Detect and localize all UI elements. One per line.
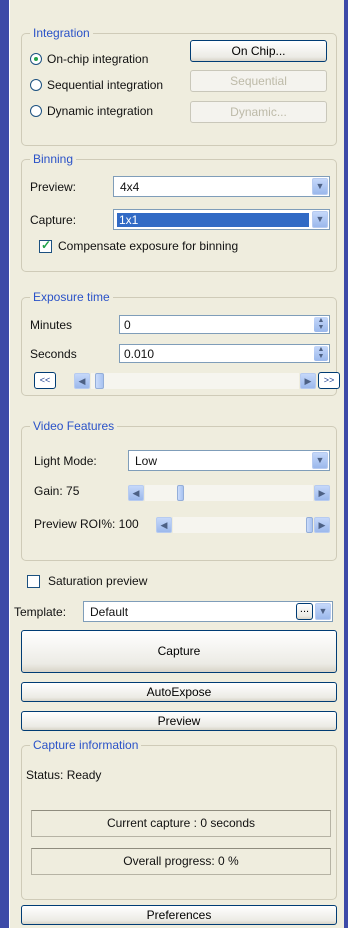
on-chip-label: On-chip integration — [47, 52, 149, 66]
integration-legend: Integration — [30, 26, 93, 40]
chevron-left-icon[interactable]: ◀ — [74, 373, 90, 389]
template-label: Template: — [14, 605, 67, 619]
exposure-increase-button[interactable]: >> — [318, 372, 340, 389]
gain-label: Gain: 75 — [34, 484, 80, 498]
exposure-slider-track[interactable] — [91, 373, 299, 389]
roi-slider-thumb[interactable] — [306, 517, 313, 533]
saturation-label: Saturation preview — [48, 574, 148, 588]
status-text: Status: Ready — [26, 768, 102, 782]
preview-binning-select[interactable]: 4x4 ▼ — [113, 176, 330, 197]
chevron-right-icon[interactable]: ▶ — [300, 373, 316, 389]
compensate-checkbox[interactable] — [39, 238, 52, 253]
seconds-value: 0.010 — [124, 347, 155, 361]
on-chip-button[interactable]: On Chip... — [190, 40, 327, 62]
radio-dynamic[interactable] — [30, 105, 42, 117]
binning-legend: Binning — [30, 152, 77, 166]
roi-label: Preview ROI%: 100 — [34, 517, 139, 531]
autoexpose-button[interactable]: AutoExpose — [21, 682, 337, 702]
capture-binning-select[interactable]: 1x1 ▼ — [113, 209, 330, 230]
minutes-stepper[interactable]: ▲ ▼ — [314, 317, 328, 332]
template-select[interactable]: Default ... ▼ — [83, 601, 333, 622]
sequential-button[interactable]: Sequential — [190, 70, 327, 92]
chevron-down-icon[interactable]: ▼ — [312, 211, 328, 228]
capture-button[interactable]: Capture — [21, 630, 337, 673]
capture-binning-label: Capture: — [30, 213, 77, 227]
template-browse-button[interactable]: ... — [296, 603, 313, 620]
chevron-down-icon[interactable]: ▼ — [312, 452, 328, 469]
overall-progress-box: Overall progress: 0 % — [31, 848, 331, 875]
light-mode-label: Light Mode: — [34, 454, 97, 468]
radio-on-chip[interactable] — [30, 53, 42, 65]
chevron-down-icon[interactable]: ▼ — [312, 178, 328, 195]
current-capture-box: Current capture : 0 seconds — [31, 810, 331, 837]
template-value: Default — [90, 605, 129, 619]
saturation-checkbox[interactable] — [27, 575, 40, 588]
preview-binning-label: Preview: — [30, 180, 77, 194]
compensate-label: Compensate exposure for binning — [58, 239, 239, 253]
seconds-stepper[interactable]: ▲ ▼ — [314, 346, 328, 361]
chevron-left-icon[interactable]: ◀ — [128, 485, 144, 501]
gain-slider-thumb[interactable] — [177, 485, 184, 501]
gain-slider-track[interactable] — [145, 485, 313, 501]
capture-binning-value: 1x1 — [117, 213, 309, 227]
preferences-button[interactable]: Preferences — [21, 905, 337, 925]
video-features-legend: Video Features — [30, 419, 118, 433]
preview-button[interactable]: Preview — [21, 711, 337, 731]
dynamic-label: Dynamic integration — [47, 104, 154, 118]
camera-control-panel: Integration On-chip integration Sequenti… — [9, 0, 344, 928]
radio-sequential[interactable] — [30, 79, 42, 91]
light-mode-select[interactable]: Low ▼ — [128, 450, 330, 471]
exposure-slider-thumb[interactable] — [95, 373, 104, 389]
chevron-right-icon[interactable]: ▶ — [314, 517, 330, 533]
capture-information-legend: Capture information — [30, 738, 142, 752]
chevron-left-icon[interactable]: ◀ — [156, 517, 172, 533]
dynamic-button[interactable]: Dynamic... — [190, 101, 327, 123]
chevron-down-icon[interactable]: ▼ — [315, 603, 331, 620]
preview-binning-value: 4x4 — [120, 180, 140, 194]
minutes-label: Minutes — [30, 318, 73, 332]
roi-slider-track[interactable] — [173, 517, 313, 533]
exposure-legend: Exposure time — [30, 290, 113, 304]
sequential-label: Sequential integration — [47, 78, 164, 92]
exposure-decrease-button[interactable]: << — [34, 372, 56, 389]
seconds-input[interactable]: 0.010 ▲ ▼ — [119, 344, 330, 363]
light-mode-value: Low — [135, 454, 158, 468]
chevron-right-icon[interactable]: ▶ — [314, 485, 330, 501]
minutes-input[interactable]: 0 ▲ ▼ — [119, 315, 330, 334]
seconds-label: Seconds — [30, 347, 77, 361]
minutes-value: 0 — [124, 318, 131, 332]
